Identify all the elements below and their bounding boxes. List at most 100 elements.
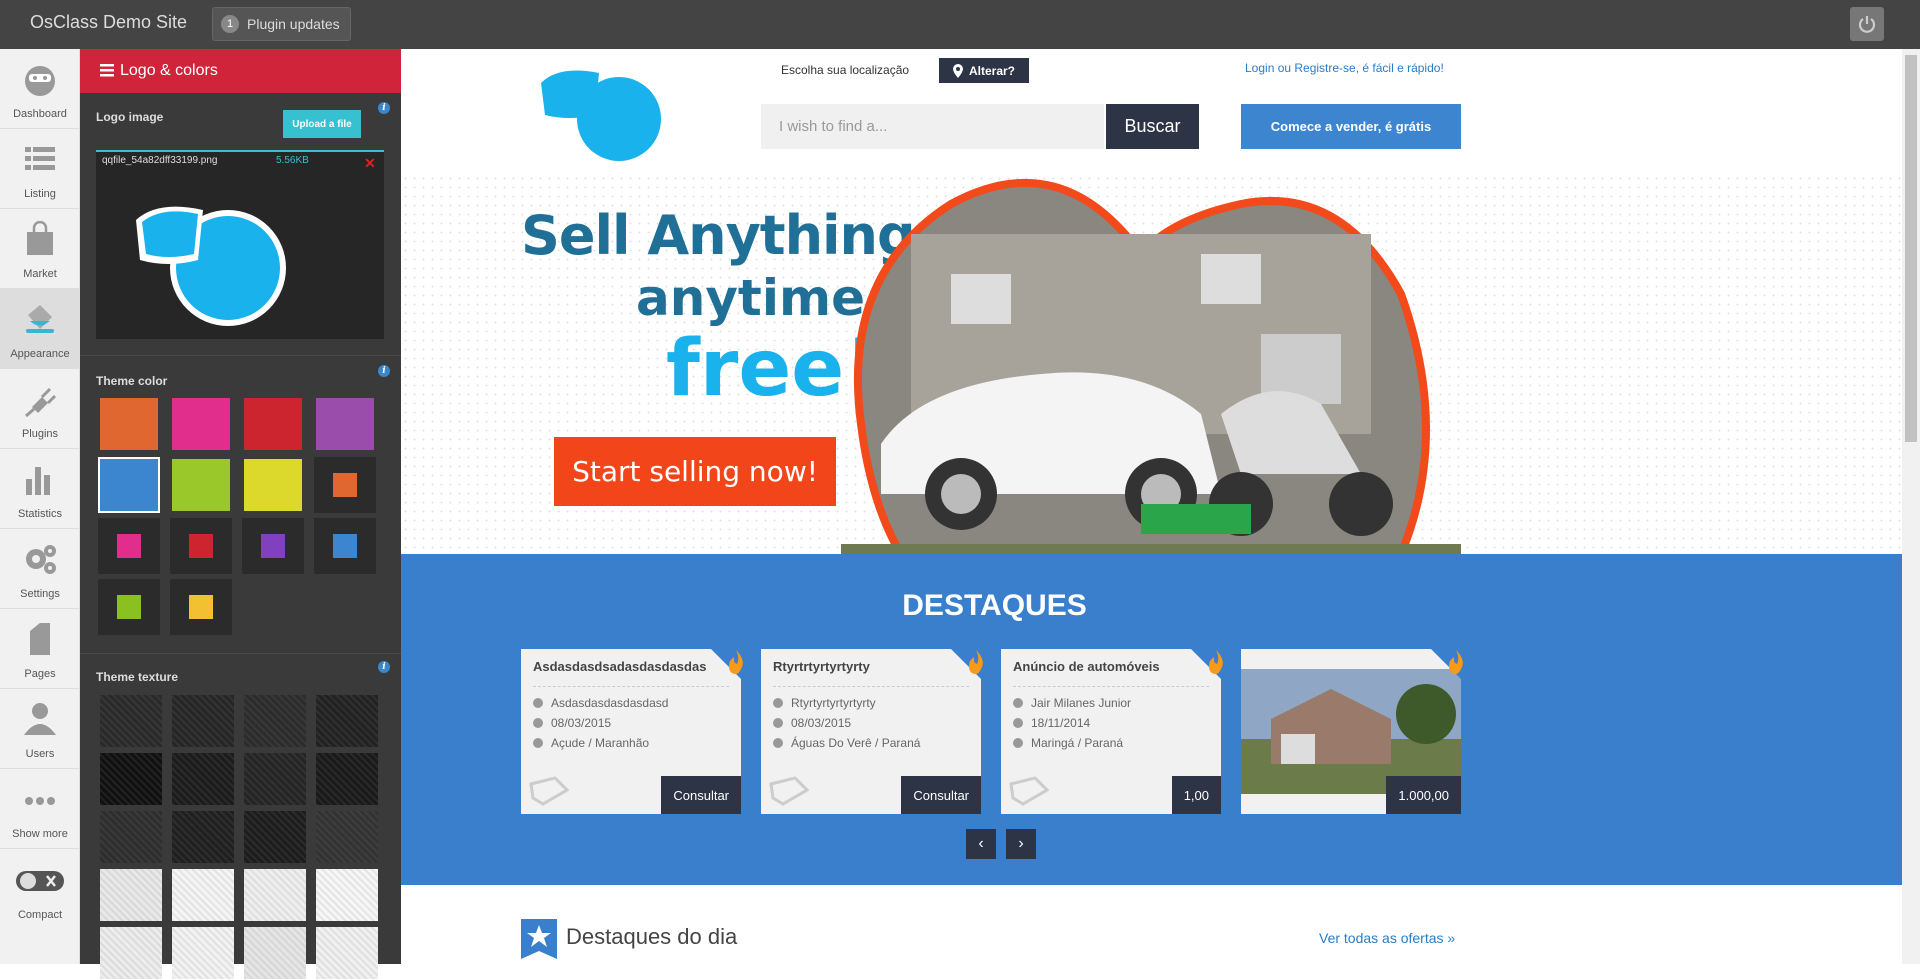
dashboard-icon [25,66,55,96]
card-date: 08/03/2015 [533,716,611,730]
texture-swatch[interactable] [100,753,162,805]
texture-swatch[interactable] [244,927,306,979]
color-swatch-small[interactable] [98,518,160,574]
card-price[interactable]: 1,00 [1171,776,1221,814]
texture-swatch[interactable] [100,869,162,921]
texture-swatch[interactable] [316,695,378,747]
featured-card[interactable]: Rtyrtrtyrtyrtyrty Rtyrtyrtyrtyrtyrty 08/03… [761,649,983,814]
texture-swatch[interactable] [316,753,378,805]
texture-swatch[interactable] [316,927,378,979]
card-title[interactable]: Asdasdasdsadasdasdasdas [533,659,723,674]
color-swatch[interactable] [98,396,160,452]
more-icon [25,797,55,805]
nav-settings-label: Settings [20,588,60,600]
scrollbar-thumb[interactable] [1905,55,1917,442]
card-title[interactable]: Anúncio de automóveis [1013,659,1203,674]
color-swatch-small[interactable] [242,518,304,574]
color-swatch-small[interactable] [314,457,376,513]
listing-icon [25,147,55,170]
appearance-icon [26,305,54,333]
nav-market[interactable]: Market [0,209,80,289]
users-icon [24,703,56,735]
nav-appearance[interactable]: Appearance [0,289,80,369]
delete-file-icon[interactable]: ✕ [364,155,376,172]
upload-file-button[interactable]: Upload a file [283,110,361,138]
texture-swatch[interactable] [316,811,378,863]
featured-card[interactable]: Asdasdasdsadasdasdasdas Asdasdasdasdasdas… [521,649,743,814]
change-location-button[interactable]: Alterar? [939,58,1029,83]
card-price[interactable]: Consultar [661,776,741,814]
texture-swatch[interactable] [172,695,234,747]
color-swatch[interactable] [242,457,304,513]
pages-icon [30,623,50,655]
nav-market-label: Market [23,268,57,280]
hero-cta-button[interactable]: Start selling now! [554,437,836,506]
texture-swatch[interactable] [316,869,378,921]
search-input[interactable]: I wish to find a... [761,104,1104,149]
nav-plugins[interactable]: Plugins [0,369,80,449]
color-swatch[interactable] [314,396,376,452]
start-selling-button[interactable]: Comece a vender, é grátis [1241,104,1461,149]
color-swatch-small[interactable] [98,579,160,635]
star-badge-icon [521,919,557,959]
carousel-next-button[interactable]: › [1006,829,1036,859]
nav-statistics[interactable]: Statistics [0,449,80,529]
card-date-text: 18/11/2014 [1031,716,1091,730]
statistics-icon [26,467,50,495]
plugin-updates-button[interactable]: 1 Plugin updates [212,7,351,41]
nav-dashboard[interactable]: Dashboard [0,49,80,129]
texture-swatch[interactable] [244,869,306,921]
texture-swatch[interactable] [172,927,234,979]
texture-swatch[interactable] [100,811,162,863]
see-all-offers-link[interactable]: Ver todas as ofertas » [1319,930,1455,946]
color-chip [117,534,141,558]
info-icon[interactable]: i [378,102,390,114]
nav-pages[interactable]: Pages [0,609,80,689]
carousel-prev-button[interactable]: ‹ [966,829,996,859]
info-icon[interactable]: i [378,661,390,673]
menu-icon[interactable] [100,63,114,77]
user-icon [533,698,543,708]
featured-card[interactable]: Anúncio de automóveis Jair Milanes Junior… [1001,649,1223,814]
power-button[interactable] [1850,7,1884,41]
texture-swatch[interactable] [244,811,306,863]
texture-swatch[interactable] [244,695,306,747]
uploaded-logo-box: qqfile_54a82dff33199.png 5.56KB ✕ [96,150,384,339]
nav-users[interactable]: Users [0,689,80,769]
nav-compact[interactable]: Compact [0,849,80,929]
card-title[interactable]: Rtyrtrtyrtyrtyrty [773,659,963,674]
compact-toggle-icon [16,871,64,891]
clock-icon [533,718,543,728]
panel-title: Logo & colors [120,62,218,79]
texture-swatch[interactable] [100,927,162,979]
info-icon[interactable]: i [378,365,390,377]
card-location-text: Águas Do Verê / Paraná [791,736,921,750]
color-swatch[interactable] [242,396,304,452]
color-swatch-small[interactable] [314,518,376,574]
search-button[interactable]: Buscar [1106,104,1199,149]
texture-swatch[interactable] [172,869,234,921]
color-swatch-small[interactable] [170,518,232,574]
site-title[interactable]: OsClass Demo Site [30,12,187,33]
texture-swatch[interactable] [172,811,234,863]
featured-card[interactable]: 1.000,00 [1241,649,1463,814]
featured-title: DESTAQUES [902,589,1087,622]
color-swatch[interactable] [170,457,232,513]
texture-swatch[interactable] [100,695,162,747]
color-chip [189,534,213,558]
texture-swatch[interactable] [244,753,306,805]
color-swatch-small[interactable] [170,579,232,635]
color-swatch[interactable] [170,396,232,452]
login-register-link[interactable]: Login ou Registre-se, é fácil e rápido! [1245,61,1444,75]
site-logo[interactable] [539,59,669,169]
nav-listing[interactable]: Listing [0,129,80,209]
nav-show-more[interactable]: Show more [0,769,80,849]
market-icon [27,221,53,255]
nav-settings[interactable]: Settings [0,529,80,609]
color-chip [333,473,357,497]
scrollbar[interactable] [1902,49,1920,964]
card-price[interactable]: 1.000,00 [1386,776,1461,814]
texture-swatch[interactable] [172,753,234,805]
card-price[interactable]: Consultar [901,776,981,814]
color-swatch[interactable] [98,457,160,513]
